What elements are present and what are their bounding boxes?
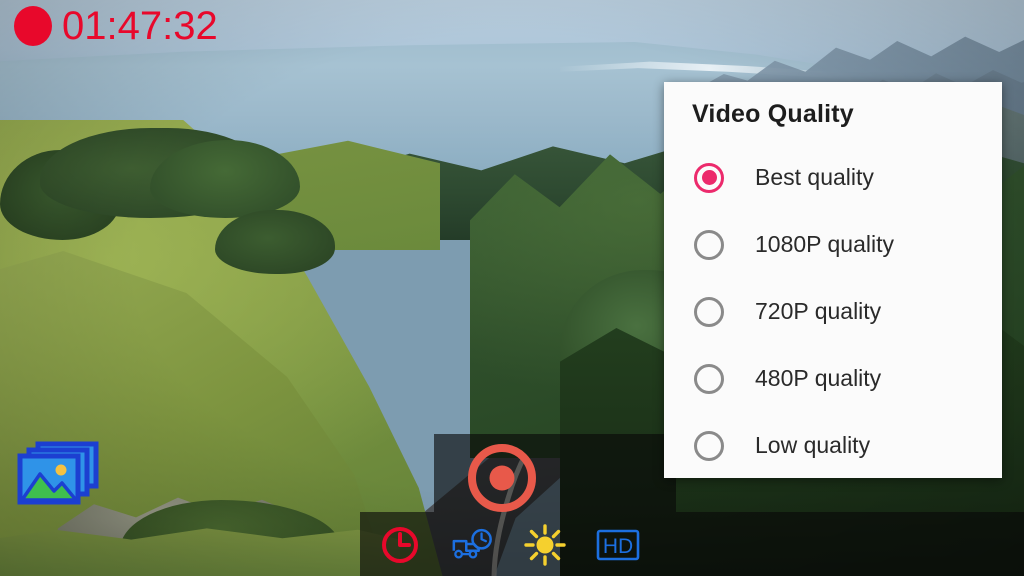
timelapse-button[interactable] [450, 523, 494, 567]
app-screen: 01:47:32 HD Video Quality Best quality 1… [0, 0, 1024, 576]
clock-icon [382, 527, 418, 563]
record-button-icon [468, 444, 536, 512]
radio-low-quality[interactable] [694, 430, 724, 461]
video-quality-dialog: Video Quality Best quality 1080P quality… [664, 82, 1002, 478]
radio-1080p-quality[interactable] [694, 229, 724, 260]
recording-status: 01:47:32 [14, 6, 218, 46]
option-best-quality[interactable]: Best quality [664, 144, 1002, 211]
radio-best-quality[interactable] [694, 162, 724, 193]
option-label: 1080P quality [755, 231, 894, 257]
option-low-quality[interactable]: Low quality [664, 412, 1002, 479]
sun-icon [524, 524, 566, 566]
record-dot-icon [14, 6, 52, 46]
svg-text:HD: HD [603, 535, 633, 558]
option-label: Best quality [755, 164, 874, 190]
brightness-button[interactable] [524, 523, 566, 567]
option-label: 480P quality [755, 365, 882, 391]
roadside-bush [215, 210, 335, 274]
option-480p-quality[interactable]: 480P quality [664, 345, 1002, 412]
timer-button[interactable] [380, 523, 420, 567]
hd-button[interactable]: HD [596, 523, 640, 567]
record-button[interactable] [466, 442, 538, 514]
radio-480p-quality[interactable] [694, 363, 724, 394]
option-label: 720P quality [755, 298, 882, 324]
option-1080p-quality[interactable]: 1080P quality [664, 211, 1002, 278]
dialog-title: Video Quality [692, 100, 854, 128]
option-720p-quality[interactable]: 720P quality [664, 278, 1002, 345]
gallery-photos-icon [17, 441, 99, 505]
truck-clock-icon [452, 528, 492, 559]
video-quality-options: Best quality 1080P quality 720P quality … [664, 144, 1002, 479]
radio-720p-quality[interactable] [694, 296, 724, 327]
recording-timer: 01:47:32 [62, 4, 218, 48]
hd-icon: HD [596, 529, 640, 561]
option-label: Low quality [755, 432, 871, 458]
gallery-button[interactable] [16, 441, 100, 507]
camera-toolbar: HD [380, 518, 640, 572]
